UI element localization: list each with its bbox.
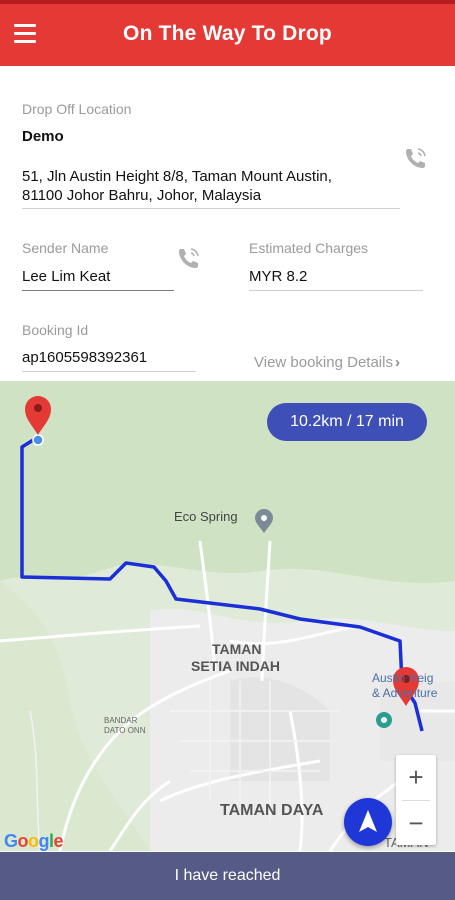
i-have-reached-button[interactable]: I have reached: [0, 852, 455, 900]
chevron-right-icon: ›: [394, 354, 400, 371]
google-letter: e: [53, 831, 64, 851]
map-place-austin-1: Austin Heig: [372, 671, 434, 685]
estimated-charges-label: Estimated Charges: [249, 240, 369, 256]
map-canvas: [0, 381, 455, 851]
map-place-austin-2: & Adventure: [372, 686, 438, 700]
sender-phone-call-icon[interactable]: [176, 245, 202, 271]
zoom-in-button[interactable]: +: [396, 755, 436, 799]
distance-time-badge: 10.2km / 17 min: [267, 403, 427, 441]
drop-off-address-line1: 51, Jln Austin Height 8/8, Taman Mount A…: [22, 168, 332, 185]
map-place-bandar-dato-onn-2: DATO ONN: [104, 726, 146, 735]
map-place-taman-daya: TAMAN DAYA: [220, 802, 324, 819]
sender-underline: [22, 290, 174, 291]
navigation-arrow-icon: [359, 810, 377, 832]
google-logo: Google: [4, 831, 64, 852]
google-letter: g: [38, 831, 50, 851]
sender-name-label: Sender Name: [22, 240, 109, 256]
map-place-bandar-dato-onn-1: BANDAR: [104, 716, 138, 725]
app-bar: On The Way To Drop: [0, 0, 455, 66]
sender-name-value: Lee Lim Keat: [22, 268, 111, 285]
phone-call-icon[interactable]: [403, 145, 429, 171]
booking-id-value: ap1605598392361: [22, 349, 148, 366]
view-booking-details-link[interactable]: View booking Details ›: [254, 354, 400, 371]
charges-underline: [249, 290, 423, 291]
drop-off-address-line2: 81100 Johor Bahru, Johor, Malaysia: [22, 187, 262, 204]
zoom-out-button[interactable]: −: [396, 801, 436, 845]
estimated-charges-value: MYR 8.2: [249, 268, 308, 285]
route-map[interactable]: Eco Spring TAMAN SETIA INDAH BANDAR DATO…: [0, 381, 455, 851]
map-place-eco-spring: Eco Spring: [174, 509, 238, 524]
view-booking-details-label: View booking Details: [254, 354, 393, 371]
drop-off-label: Drop Off Location: [22, 101, 132, 117]
navigation-button[interactable]: [344, 798, 392, 846]
google-letter: G: [4, 831, 18, 851]
google-letter: o: [28, 831, 39, 851]
address-underline: [22, 208, 400, 209]
drop-off-name: Demo: [22, 128, 64, 145]
map-place-setia-indah-1: TAMAN: [212, 641, 262, 657]
booking-id-label: Booking Id: [22, 322, 89, 338]
status-strip: [0, 0, 455, 4]
map-place-setia-indah-2: SETIA INDAH: [191, 658, 280, 674]
zoom-controls: + −: [396, 755, 436, 845]
booking-underline: [22, 371, 196, 372]
google-letter: o: [17, 831, 29, 851]
page-title: On The Way To Drop: [123, 22, 332, 45]
